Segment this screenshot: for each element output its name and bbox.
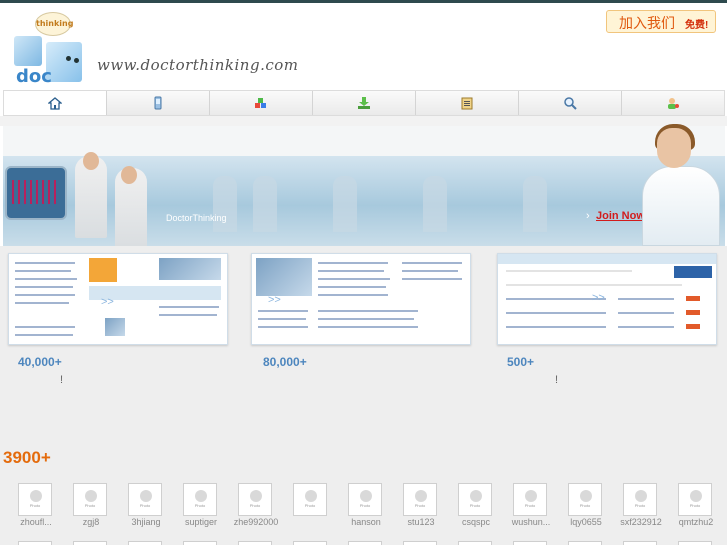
stat-note: ! [555,374,559,386]
member-photo[interactable] [623,541,657,545]
member-photo[interactable] [678,541,712,545]
photo-caption: Photo [29,503,41,508]
member-photo[interactable]: Photo [183,483,217,516]
member-photo[interactable] [348,541,382,545]
photo-caption: Photo [304,503,316,508]
avatar-icon [415,490,427,502]
stat-value: 80,000+ [263,355,307,369]
member-photo[interactable] [183,541,217,545]
logo-eye [66,56,71,61]
member-count: 3900+ [3,448,51,467]
tab-clipboard[interactable] [416,91,519,115]
member-photo[interactable]: Photo [238,483,272,516]
photo-caption: Photo [579,503,591,508]
member-photo[interactable] [458,541,492,545]
member-photo[interactable]: Photo [293,483,327,516]
member-name[interactable]: qmtzhu2 [661,517,727,527]
tab-home[interactable] [4,91,107,115]
photo-caption: Photo [194,503,206,508]
avatar-icon [635,490,647,502]
tab-mobile[interactable] [107,91,210,115]
avatar-icon [580,490,592,502]
search-icon [563,96,577,110]
tab-contact[interactable] [622,91,724,115]
member-photo[interactable]: Photo [348,483,382,516]
photo-caption: Photo [634,503,646,508]
stat-value: 40,000+ [18,355,62,369]
site-logo[interactable]: thinking doc [10,8,90,88]
nav-spacer [0,116,727,126]
clipboard-icon [460,96,474,110]
avatar-icon [30,490,42,502]
logo-eye [74,58,79,63]
main-nav [3,90,725,116]
member-photo[interactable] [18,541,52,545]
contact-icon [666,96,680,110]
photo-caption: Photo [414,503,426,508]
screenshot-thumbnail[interactable]: >> [8,253,228,345]
avatar-icon [305,490,317,502]
photo-caption: Photo [469,503,481,508]
tab-download[interactable] [313,91,416,115]
nurse-figure [642,166,720,246]
logo-text: doc [16,66,52,87]
member-photo[interactable]: Photo [513,483,547,516]
join-free-label: 免费! [685,20,709,31]
mobile-icon [151,96,165,110]
avatar-icon [690,490,702,502]
avatar-icon [360,490,372,502]
stat-value: 500+ [507,355,535,369]
member-photo[interactable] [568,541,602,545]
avatar-icon [470,490,482,502]
banner-arrow: › [586,210,590,222]
photo-caption: Photo [139,503,151,508]
banner-caption: DoctorThinking [166,213,227,223]
member-photo[interactable]: Photo [623,483,657,516]
member-photo[interactable] [403,541,437,545]
member-photo[interactable] [293,541,327,545]
home-icon [47,96,63,110]
screenshot-thumbnail[interactable]: >> [497,253,717,345]
member-photo[interactable] [128,541,162,545]
tab-blocks[interactable] [210,91,313,115]
join-us-label: 加入我们 [619,15,675,31]
member-photo[interactable]: Photo [403,483,437,516]
avatar-icon [250,490,262,502]
member-photo[interactable]: Photo [18,483,52,516]
member-photo[interactable]: Photo [128,483,162,516]
site-url: www.doctorthinking.com [97,56,299,74]
photo-caption: Photo [689,503,701,508]
logo-cube-small [14,36,42,66]
join-us-button[interactable]: 加入我们 免费! [606,10,716,33]
avatar-icon [140,490,152,502]
logo-badge: thinking [35,12,73,36]
doctor-head [121,166,137,184]
doctor-head [83,152,99,170]
member-photo[interactable]: Photo [458,483,492,516]
stat-note: ! [60,374,64,386]
member-photo[interactable] [73,541,107,545]
nurse-head [657,128,691,168]
avatar-icon [85,490,97,502]
banner-band [3,156,725,246]
member-photo[interactable]: Photo [73,483,107,516]
member-photo[interactable]: Photo [678,483,712,516]
hero-banner: DoctorThinking › Join Nows [3,126,725,246]
photo-caption: Photo [524,503,536,508]
download-icon [357,96,371,110]
member-photo[interactable]: Photo [568,483,602,516]
tab-search[interactable] [519,91,622,115]
screenshot-thumbnail[interactable]: >> [251,253,471,345]
avatar-icon [525,490,537,502]
member-name[interactable]: zhe992000 [221,517,291,527]
blocks-icon [254,96,268,110]
avatar-icon [195,490,207,502]
ecg-monitor-image [5,166,67,220]
top-border [0,0,727,3]
member-photo[interactable] [238,541,272,545]
member-photo[interactable] [513,541,547,545]
photo-caption: Photo [249,503,261,508]
photo-caption: Photo [359,503,371,508]
photo-caption: Photo [84,503,96,508]
